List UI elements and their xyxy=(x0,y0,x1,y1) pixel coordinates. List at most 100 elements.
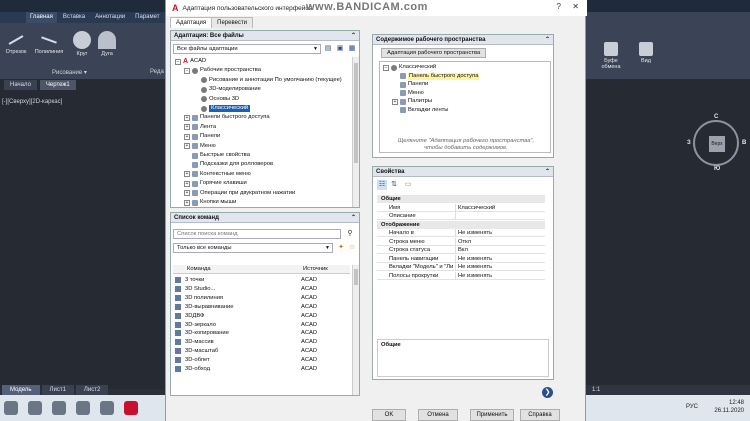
table-row[interactable]: 3D-обход ACAD xyxy=(173,365,350,373)
table-row[interactable]: 3D-выравнивание ACAD xyxy=(173,303,350,311)
tree-item[interactable]: − Рабочие пространства xyxy=(184,67,261,74)
drawing-tab-start[interactable]: Начало xyxy=(4,80,37,90)
tree-item[interactable]: + Горячие клавиши xyxy=(184,180,247,187)
workspace-tree-item[interactable]: Панели xyxy=(392,81,428,88)
tree-item[interactable]: Быстрые свойства xyxy=(184,152,250,159)
drawing-canvas[interactable] xyxy=(0,79,165,389)
expand-toggle-icon[interactable]: + xyxy=(184,133,190,140)
collapse-icon[interactable]: ⌃ xyxy=(351,31,356,41)
table-row[interactable]: 3 точки ACAD xyxy=(173,276,350,284)
view-button[interactable]: Вид xyxy=(636,42,656,64)
search-icon[interactable] xyxy=(28,401,42,415)
property-value[interactable]: Вкл xyxy=(455,246,468,254)
customize-workspace-button[interactable]: Адаптация рабочего пространства xyxy=(381,48,487,58)
property-row[interactable]: Полосы прокрутки Не изменять xyxy=(377,271,545,280)
viewcube[interactable]: Верх С В З Ю xyxy=(687,114,746,172)
scrollbar-thumb[interactable] xyxy=(354,63,358,163)
tree-item[interactable]: + Кнопки мыши xyxy=(184,199,236,206)
col-source[interactable]: Источник xyxy=(303,265,328,274)
property-row[interactable]: Строка меню Откл xyxy=(377,237,545,246)
autocad-taskbar-icon[interactable] xyxy=(124,401,138,415)
property-value[interactable]: Не изменять xyxy=(455,254,492,263)
drawing-tab-drawing1[interactable]: Чертеж1 xyxy=(39,80,76,90)
table-row[interactable]: 3D-масштаб ACAD xyxy=(173,347,350,355)
tree-item[interactable]: − A ACAD xyxy=(175,58,206,65)
collapse-icon[interactable]: ⌃ xyxy=(351,213,356,223)
ribbon-tab-home[interactable]: Главная xyxy=(26,12,57,23)
workspace-tree-item[interactable]: Меню xyxy=(392,90,424,97)
scrollbar-thumb[interactable] xyxy=(354,269,358,285)
property-value[interactable]: Откл xyxy=(455,237,471,246)
property-row[interactable]: Строка статуса Вкл xyxy=(377,246,545,254)
expand-toggle-icon[interactable]: + xyxy=(392,98,398,105)
category-general[interactable]: Общие xyxy=(377,195,545,203)
ribbon-tab-annotate[interactable]: Аннотации xyxy=(91,12,129,23)
ok-button[interactable]: OK xyxy=(372,409,406,421)
display-filter-icon[interactable]: ▦ xyxy=(347,44,357,54)
new-command-icon[interactable]: ✦ xyxy=(336,243,346,253)
expand-toggle-icon[interactable]: + xyxy=(184,124,190,131)
cancel-button[interactable]: Отмена xyxy=(418,409,458,421)
collapse-icon[interactable]: ⌃ xyxy=(545,167,550,177)
tree-item[interactable]: + Контекстные меню xyxy=(184,171,251,178)
layout-tab-sheet2[interactable]: Лист2 xyxy=(75,385,109,395)
col-command[interactable]: Команда xyxy=(187,265,211,274)
expand-toggle-icon[interactable]: + xyxy=(184,143,190,150)
compass-west[interactable]: З xyxy=(687,140,691,146)
expand-toggle-icon[interactable]: + xyxy=(184,190,190,197)
command-filter-select[interactable]: Только все команды ▼ xyxy=(173,243,333,253)
open-file-icon[interactable]: ▤ xyxy=(323,44,333,54)
expand-toggle-icon[interactable]: + xyxy=(184,114,190,121)
compass-south[interactable]: Ю xyxy=(714,166,720,172)
customizations-scrollbar[interactable] xyxy=(352,57,359,207)
search-icon[interactable]: ⚲ xyxy=(345,229,355,239)
property-row[interactable]: Описание xyxy=(377,212,545,220)
command-search-input[interactable] xyxy=(173,229,341,239)
table-row[interactable]: 3D-зеркало ACAD xyxy=(173,321,350,329)
collapse-icon[interactable]: ⌃ xyxy=(545,35,550,45)
workspace-tree-item[interactable]: − Классический xyxy=(383,64,436,71)
property-value[interactable]: Не изменять xyxy=(455,271,492,280)
close-icon[interactable]: ✕ xyxy=(572,2,579,11)
table-row[interactable]: 3D-копирование ACAD xyxy=(173,329,350,337)
table-row[interactable]: 3D Studio... ACAD xyxy=(173,285,350,293)
tree-item[interactable]: + Меню xyxy=(184,143,216,150)
table-row[interactable]: 3D-облет ACAD xyxy=(173,356,350,364)
info-icon[interactable]: ❯ xyxy=(542,387,553,398)
tree-item[interactable]: Рисование и аннотации По умолчанию (теку… xyxy=(193,77,342,84)
circle-tool-button[interactable]: Круг xyxy=(70,31,94,57)
line-tool-button[interactable]: Отрезок xyxy=(2,31,30,55)
collapse-toggle-icon[interactable]: − xyxy=(383,64,389,71)
property-row[interactable]: Начало в Не изменять xyxy=(377,229,545,237)
help-icon[interactable]: ? xyxy=(557,2,561,11)
workspace-tree-item[interactable]: Панель быстрого доступа xyxy=(392,72,480,80)
tree-item[interactable]: Подсказки для ролловеров xyxy=(184,161,273,168)
ribbon-tab-param[interactable]: Парамет xyxy=(131,12,163,23)
task-view-icon[interactable] xyxy=(52,401,66,415)
clipboard-button[interactable]: Буфе обмена xyxy=(598,42,624,70)
tree-item[interactable]: 3D-моделирование xyxy=(193,86,261,93)
tree-item[interactable]: + Операции при двукратном нажатии xyxy=(184,190,295,197)
layout-tab-sheet1[interactable]: Лист1 xyxy=(41,385,74,395)
viewport-label[interactable]: [-][Сверху][2D-каркас] xyxy=(2,99,62,105)
language-indicator[interactable]: РУС xyxy=(686,404,698,410)
expand-toggle-icon[interactable]: + xyxy=(184,180,190,187)
explorer-icon[interactable] xyxy=(100,401,114,415)
property-value[interactable]: Классический xyxy=(455,203,495,212)
tree-item[interactable]: Классический xyxy=(193,105,251,112)
table-row[interactable]: 3DДВФ ACAD xyxy=(173,312,350,320)
tree-item[interactable]: Основы 3D xyxy=(193,96,239,103)
apply-button[interactable]: Применить xyxy=(470,409,514,421)
tree-item[interactable]: + Лента xyxy=(184,124,216,131)
browser-icon[interactable] xyxy=(76,401,90,415)
tree-item[interactable]: + Панели xyxy=(184,133,220,140)
save-icon[interactable]: ▣ xyxy=(335,44,345,54)
clock[interactable]: 12:48 26.11.2020 xyxy=(714,399,744,415)
start-icon[interactable] xyxy=(4,401,18,415)
workspace-tree-item[interactable]: + Палитры xyxy=(392,98,432,105)
expand-toggle-icon[interactable]: + xyxy=(184,199,190,206)
workspace-tree-item[interactable]: Вкладки ленты xyxy=(392,107,448,114)
tab-transfer[interactable]: Перевести xyxy=(211,17,254,28)
annotation-scale[interactable]: 1:1 xyxy=(592,387,600,393)
property-row[interactable]: Вкладки "Модель" и "Ли Не изменять xyxy=(377,263,545,271)
